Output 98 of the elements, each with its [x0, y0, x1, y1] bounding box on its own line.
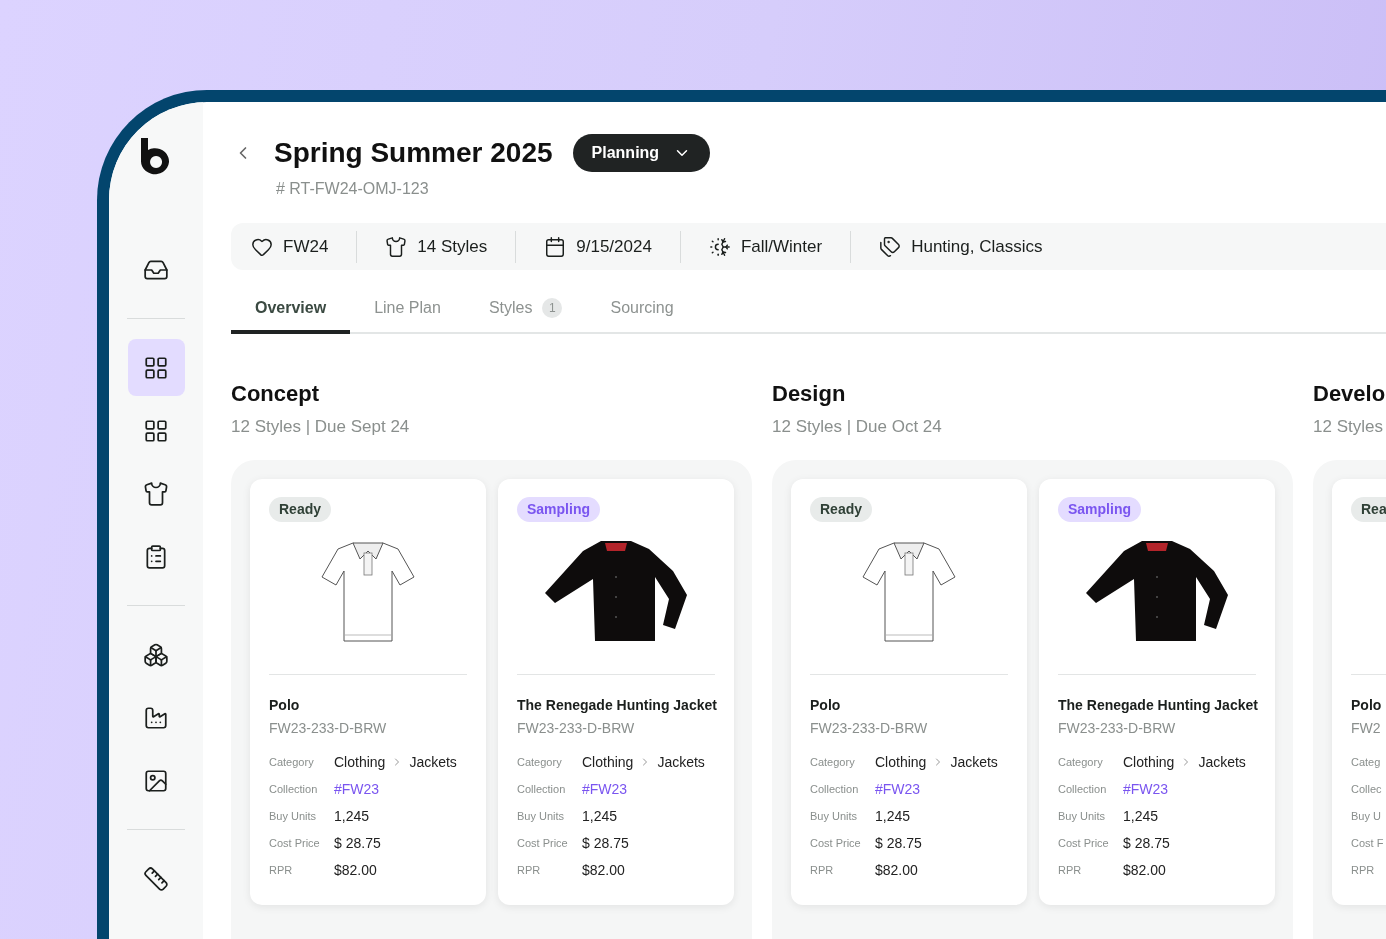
field-value: 1,245	[334, 806, 370, 826]
style-card[interactable]: Sampling The Renegade Hunting Jacket FW23-233-D-BRW Category Clothing Jackets Collection #FW23 Buy Units 1,245 Cost Price $ 28.75 RPR $82.00	[498, 478, 734, 905]
field-value: $ 28.75	[1123, 833, 1170, 853]
field-label: Collection	[1058, 781, 1108, 797]
style-code: FW23-233-D-BRW	[269, 718, 388, 738]
category-value: Jackets	[657, 752, 705, 772]
field-label: Cost Price	[810, 835, 862, 851]
style-card[interactable]: Ready Polo FW23-233-D-BRW Category Clothing Jackets Collection #FW23 Buy Units 1,245 Cost Price $ 28.75 RPR $82.00	[791, 478, 1027, 905]
info-label: FW24	[283, 235, 329, 258]
style-code: FW23-233-D-BRW	[1058, 718, 1177, 738]
field-label: Buy Units	[810, 808, 859, 824]
field-label: Category	[269, 754, 315, 770]
style-name: The Renegade Hunting Jacket	[517, 695, 715, 715]
tab-count-badge: 1	[542, 298, 563, 318]
field-label: Buy Units	[1058, 808, 1107, 824]
category-value: Clothing	[875, 752, 927, 772]
field-label: RPR	[1058, 862, 1083, 878]
calendar-icon	[544, 235, 567, 258]
category-value: Clothing	[1123, 752, 1175, 772]
field-label: Buy Units	[269, 808, 318, 824]
field-value: $82.00	[875, 860, 918, 880]
field-value: 1,245	[582, 806, 618, 826]
status-badge: Sampling	[517, 496, 600, 522]
clipboard-icon	[143, 543, 169, 570]
stage-subtitle: 12 Styles	[1313, 416, 1384, 438]
field-value: $ 28.75	[582, 833, 629, 853]
sun-snow-icon	[708, 235, 731, 258]
status-badge: Ready	[269, 496, 332, 522]
field-value: $82.00	[334, 860, 377, 880]
field-value: $ 28.75	[875, 833, 922, 853]
field-value: $82.00	[1123, 860, 1166, 880]
field-value: $ 28.75	[334, 833, 381, 853]
tab[interactable]: Overview	[231, 296, 351, 334]
style-code: FW23-233-D-BRW	[810, 718, 929, 738]
factory-icon	[143, 704, 169, 731]
field-label: Categ	[1351, 754, 1382, 770]
shirt-icon	[143, 480, 169, 507]
style-name: Polo	[1351, 695, 1383, 715]
field-label: Buy Units	[517, 808, 566, 824]
collection-link[interactable]: #FW23	[334, 778, 380, 800]
field-label: RPR	[517, 862, 542, 878]
stage-subtitle: 12 Styles | Due Sept 24	[231, 416, 411, 438]
info-label: 14 Styles	[417, 235, 488, 258]
info-label: Hunting, Classics	[911, 235, 1043, 258]
style-name: Polo	[269, 695, 301, 715]
category-value: Clothing	[334, 752, 386, 772]
info-label: Fall/Winter	[740, 235, 823, 258]
category-value: Jackets	[950, 752, 998, 772]
collection-code: # RT-FW24-OMJ-123	[276, 179, 430, 199]
collection-link[interactable]: #FW23	[1123, 778, 1169, 800]
field-value: $82.00	[582, 860, 625, 880]
field-label: Category	[810, 754, 856, 770]
page-title: Spring Summer 2025	[274, 136, 553, 170]
field-label: Buy U	[1351, 808, 1382, 824]
grid-icon	[143, 417, 169, 444]
status-badge: Rea	[1351, 496, 1386, 522]
style-card[interactable]: Sampling The Renegade Hunting Jacket FW23-233-D-BRW Category Clothing Jackets Collection #FW23 Buy Units 1,245 Cost Price $ 28.75 RPR $82.00	[1039, 478, 1275, 905]
info-label: 9/15/2024	[576, 235, 652, 258]
image-icon	[143, 767, 169, 794]
field-label: Category	[517, 754, 563, 770]
stage-title: Design	[772, 380, 847, 408]
grid-icon	[143, 354, 169, 381]
category-value: Jackets	[409, 752, 457, 772]
stage-title: Concept	[231, 380, 320, 408]
collection-link[interactable]: #FW23	[875, 778, 921, 800]
style-card[interactable]: Rea Polo FW2 Categ Collec Buy U Cost F RPR	[1332, 478, 1386, 905]
shirt-icon	[385, 235, 408, 258]
field-label: Category	[1058, 754, 1104, 770]
field-label: Cost Price	[269, 835, 321, 851]
category-value: Clothing	[582, 752, 634, 772]
field-value: 1,245	[1123, 806, 1159, 826]
field-label: Collection	[269, 781, 319, 797]
style-card[interactable]: Ready Polo FW23-233-D-BRW Category Clothing Jackets Collection #FW23 Buy Units 1,245 Cost Price $ 28.75 RPR $82.00	[250, 478, 486, 905]
field-label: RPR	[810, 862, 835, 878]
stage-title: Develo	[1313, 380, 1386, 408]
style-code: FW23-233-D-BRW	[517, 718, 636, 738]
field-label: Collec	[1351, 781, 1383, 797]
field-value: 1,245	[875, 806, 911, 826]
ruler-icon	[143, 865, 169, 892]
field-label: Collection	[810, 781, 860, 797]
field-label: RPR	[269, 862, 294, 878]
field-label: Cost F	[1351, 835, 1385, 851]
field-label: Collection	[517, 781, 567, 797]
category-value: Jackets	[1198, 752, 1246, 772]
status-dropdown[interactable]: Planning	[572, 134, 711, 172]
sidebar-item[interactable]	[127, 339, 185, 396]
field-label: Cost Price	[1058, 835, 1110, 851]
style-code: FW2	[1351, 718, 1382, 738]
tags-icon	[879, 235, 902, 258]
stage-subtitle: 12 Styles | Due Oct 24	[772, 416, 943, 438]
style-name: The Renegade Hunting Jacket	[1058, 695, 1256, 715]
boxes-icon	[143, 641, 169, 668]
style-name: Polo	[810, 695, 842, 715]
field-label: RPR	[1351, 862, 1376, 878]
collection-link[interactable]: #FW23	[582, 778, 628, 800]
status-badge: Sampling	[1058, 496, 1141, 522]
status-badge: Ready	[810, 496, 873, 522]
field-label: Cost Price	[517, 835, 569, 851]
